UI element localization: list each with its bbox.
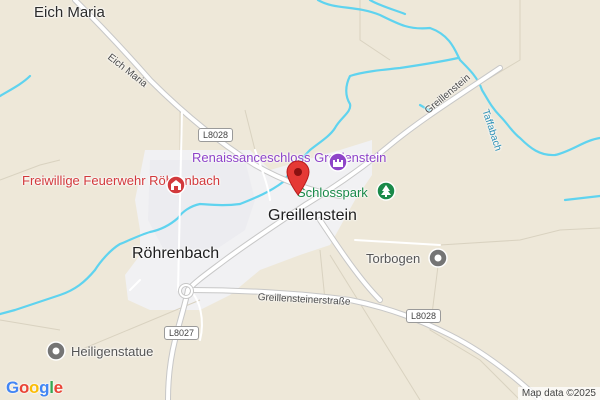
river-creek bbox=[563, 194, 600, 202]
road-shield-l8028: L8028 bbox=[198, 128, 234, 142]
river-creek bbox=[0, 74, 32, 98]
fire-station-icon[interactable] bbox=[166, 175, 186, 195]
place-label-eich-maria[interactable]: Eich Maria bbox=[34, 4, 105, 21]
google-logo-text: Google bbox=[6, 378, 63, 397]
landmark-icon[interactable] bbox=[428, 248, 448, 268]
poi-label-heiligenstatue[interactable]: Heiligenstatue bbox=[71, 344, 153, 359]
river-creek bbox=[368, 0, 407, 16]
map-canvas[interactable]: Eich Maria Greillenstein Röhrenbach Eich… bbox=[0, 0, 600, 400]
location-pin-icon[interactable] bbox=[286, 160, 310, 196]
google-logo: Google bbox=[6, 378, 63, 398]
landmark-icon[interactable] bbox=[46, 341, 66, 361]
tree-icon[interactable] bbox=[376, 181, 396, 201]
place-label-greillenstein[interactable]: Greillenstein bbox=[268, 207, 357, 225]
road-shield-l8027: L8027 bbox=[164, 326, 200, 340]
castle-icon[interactable] bbox=[328, 152, 348, 172]
poi-label-torbogen[interactable]: Torbogen bbox=[366, 251, 420, 266]
road-greillensteinerstrasse bbox=[188, 288, 542, 400]
road-shield-l8028: L8028 bbox=[406, 309, 442, 323]
map-base-layer bbox=[0, 0, 600, 400]
map-attribution[interactable]: Map data ©2025 bbox=[517, 387, 600, 400]
poi-label-feuerwehr[interactable]: Freiwillige Feuerwehr Röhrenbach bbox=[22, 173, 220, 188]
place-label-rohrenbach[interactable]: Röhrenbach bbox=[132, 245, 219, 263]
